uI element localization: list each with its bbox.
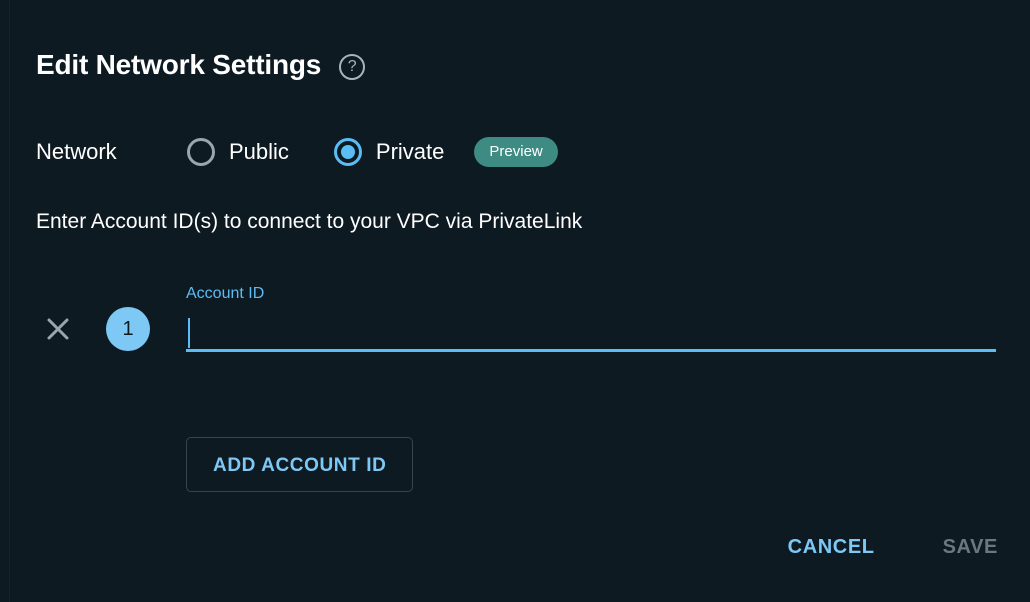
instruction-text: Enter Account ID(s) to connect to your V… (36, 210, 583, 233)
panel-left-edge (9, 0, 10, 602)
dialog-footer: CANCEL SAVE (786, 532, 1000, 563)
network-option-row: Network Public Private Preview (36, 135, 558, 169)
help-circle-icon[interactable]: ? (339, 53, 366, 80)
radio-option-public[interactable]: Public (187, 138, 289, 166)
close-x-icon[interactable] (41, 312, 75, 346)
cancel-button[interactable]: CANCEL (786, 532, 877, 563)
radio-private-label: Private (375, 139, 445, 164)
save-button[interactable]: SAVE (941, 532, 1000, 563)
dialog-header: Edit Network Settings ? (36, 48, 366, 82)
page-title: Edit Network Settings (36, 49, 322, 80)
radio-public-icon[interactable] (187, 138, 215, 166)
row-number-badge: 1 (106, 307, 150, 351)
text-cursor (188, 318, 190, 348)
preview-badge: Preview (474, 137, 558, 167)
account-id-label: Account ID (186, 285, 265, 302)
add-account-id-button[interactable]: ADD ACCOUNT ID (186, 437, 414, 492)
radio-public-label: Public (229, 139, 289, 164)
radio-private-icon[interactable] (333, 138, 362, 166)
account-id-row: 1 Account ID (36, 285, 996, 377)
radio-option-private[interactable]: Private (333, 138, 445, 166)
account-id-field-wrap: Account ID (186, 285, 996, 352)
edit-network-settings-dialog: Edit Network Settings ? Network Public P… (0, 0, 1030, 602)
account-id-input[interactable] (186, 312, 996, 352)
network-label: Network (36, 139, 117, 164)
